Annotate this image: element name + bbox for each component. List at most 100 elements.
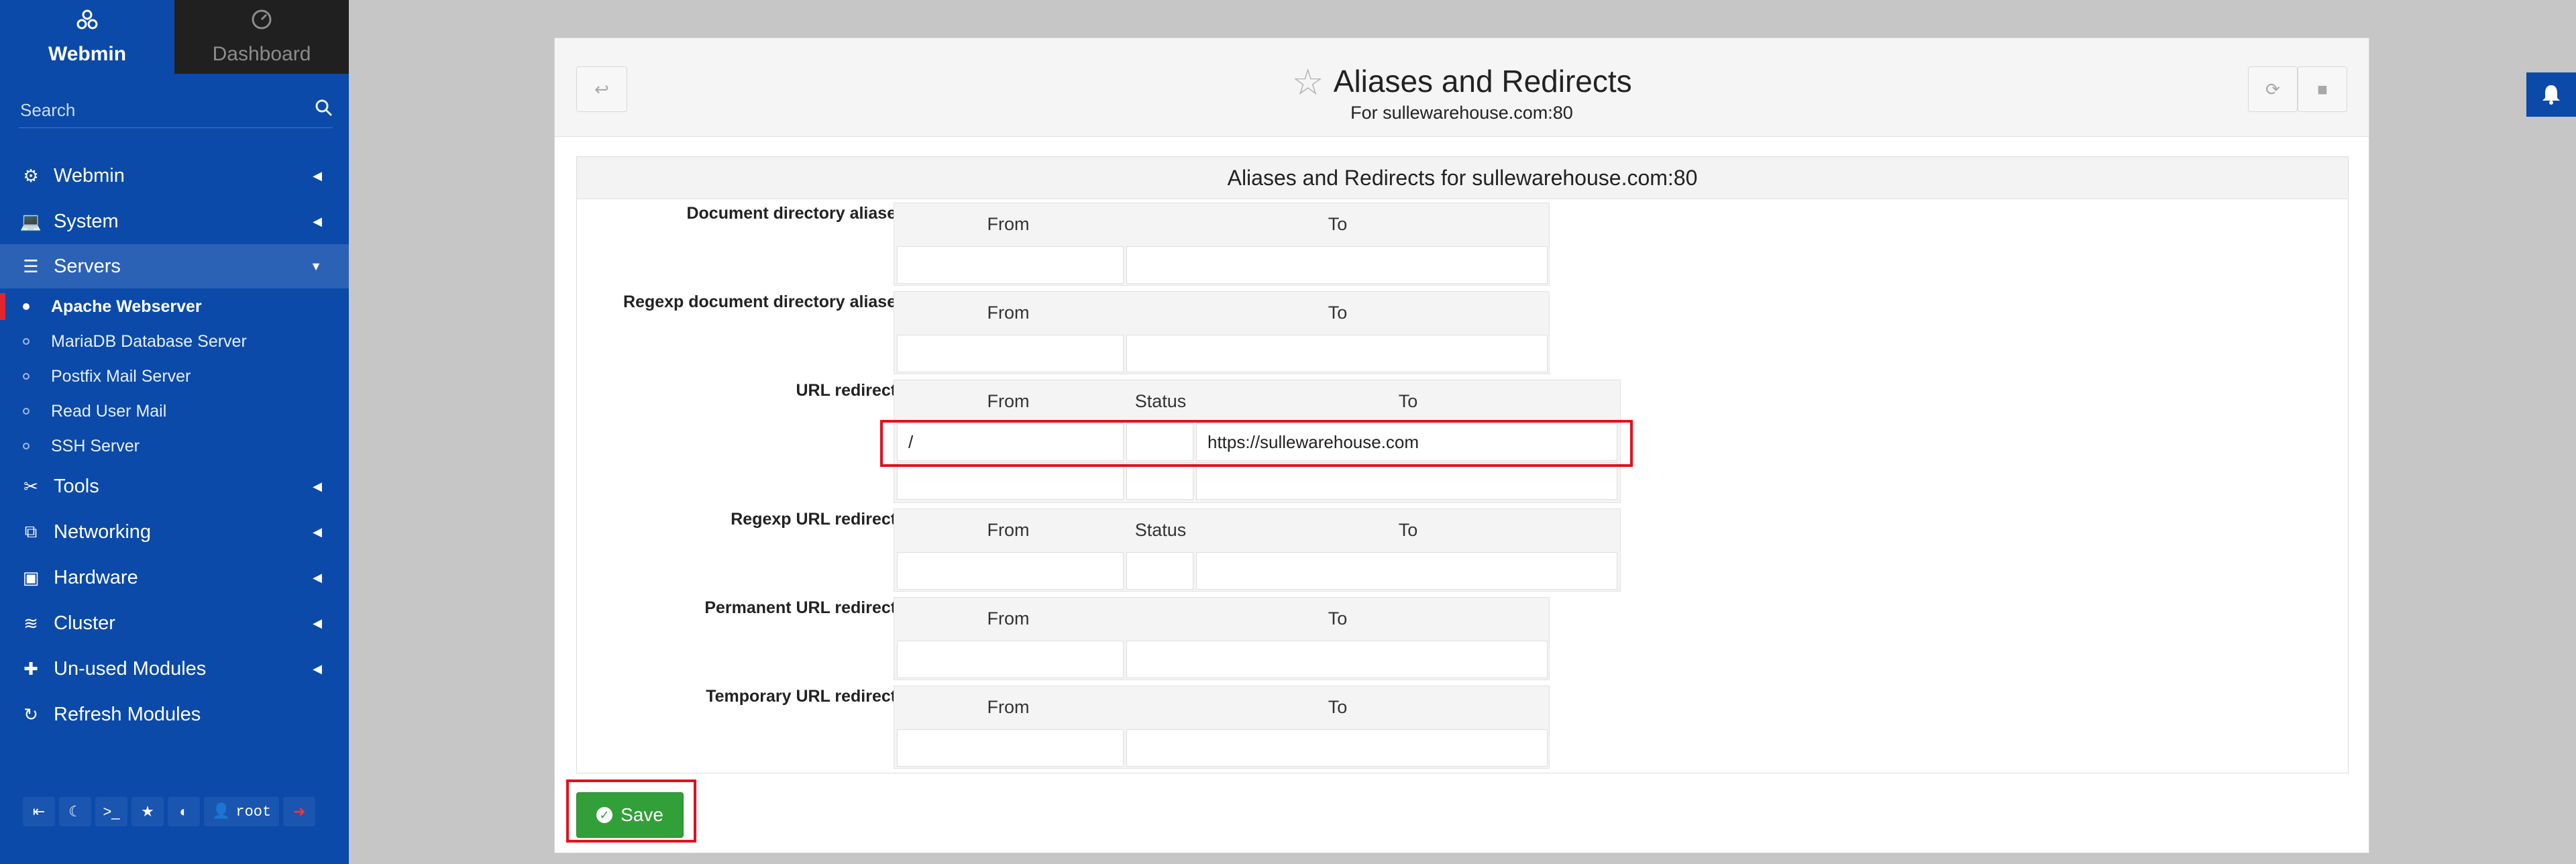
temporary-redirects-table: From To: [894, 686, 1550, 769]
sidebar-item-cluster[interactable]: ≋ Cluster ◀: [0, 601, 349, 645]
sidebar-item-label: Networking: [54, 521, 152, 543]
gear-icon: ⚙: [23, 165, 39, 186]
temporary-from-input[interactable]: [897, 729, 1124, 767]
aliases-table: From To: [894, 203, 1550, 286]
laptop-icon: 💻: [19, 211, 42, 231]
section-label: Temporary URL redirects: [706, 687, 906, 706]
temporary-to-input[interactable]: [1126, 729, 1548, 767]
sidebar-item-servers[interactable]: ☰ Servers ▼: [0, 244, 349, 288]
redirect-from-input-2[interactable]: [897, 462, 1124, 500]
stop-icon: ■: [2317, 78, 2328, 99]
section-label: Regexp URL redirects: [731, 510, 906, 529]
caret-down-icon: ▼: [310, 259, 322, 273]
section-label: URL redirects: [796, 381, 906, 400]
url-redirect-row-highlight: [880, 420, 1633, 467]
user-button[interactable]: 👤 root: [204, 797, 280, 826]
sidebar-item-label: Webmin: [54, 164, 125, 186]
redirect-status-input-2[interactable]: [1126, 462, 1193, 500]
sidebar-item-hardware[interactable]: ▣ Hardware ◀: [0, 555, 349, 600]
sidebar: Webmin Dashboard ⚙ Webmin ◀ 💻 System ◀ ☰…: [0, 0, 349, 864]
column-header-from: From: [987, 303, 1030, 323]
user-name: root: [235, 803, 272, 820]
permanent-redirects-table: From To: [894, 597, 1550, 680]
regexp-redirect-from-input[interactable]: [897, 552, 1124, 590]
regexp-aliases-table: From To: [894, 291, 1550, 374]
caret-left-icon: ◀: [313, 570, 322, 584]
server-icon: ☰: [23, 256, 39, 276]
form-title: Aliases and Redirects for sullewarehouse…: [577, 157, 2348, 199]
sidebar-search: [19, 93, 333, 128]
sidebar-item-unused-modules[interactable]: ✚ Un-used Modules ◀: [0, 647, 349, 691]
page-subtitle: For sullewarehouse.com:80: [1350, 103, 1573, 123]
regexp-alias-from-input[interactable]: [897, 335, 1124, 372]
regexp-redirect-to-input[interactable]: [1196, 552, 1617, 590]
reload-button[interactable]: ⟳: [2248, 66, 2298, 112]
redirect-to-input-2[interactable]: [1196, 462, 1617, 500]
caret-left-icon: ◀: [313, 168, 322, 182]
favorite-star-icon[interactable]: ☆: [1291, 62, 1324, 103]
panel-header: ↩ ☆ Aliases and Redirects For sullewareho…: [555, 38, 2369, 137]
section-label: Document directory aliases: [686, 204, 906, 223]
collapse-icon[interactable]: ⇤: [23, 797, 55, 826]
sidebar-subitem-ssh[interactable]: SSH Server: [0, 429, 349, 464]
column-header-to: To: [1398, 520, 1418, 540]
bullet-icon: [23, 373, 30, 380]
regexp-alias-to-input[interactable]: [1126, 335, 1548, 372]
sidebar-subitem-label: SSH Server: [51, 436, 140, 455]
page-title-row: ☆ Aliases and Redirects: [555, 61, 2369, 103]
column-header-to: To: [1328, 303, 1348, 323]
stop-button[interactable]: ■: [2298, 66, 2347, 112]
column-header-from: From: [987, 697, 1030, 717]
column-header-status: Status: [1134, 391, 1187, 411]
sidebar-subitem-read-user-mail[interactable]: Read User Mail: [0, 394, 349, 429]
column-header-from: From: [987, 520, 1030, 540]
bullet-icon: [23, 303, 30, 310]
tab-webmin[interactable]: Webmin: [0, 0, 174, 74]
tab-webmin-label: Webmin: [48, 43, 127, 65]
bullet-icon: [23, 338, 30, 345]
sidebar-subitem-label: Postfix Mail Server: [51, 366, 191, 386]
caret-left-icon: ◀: [313, 661, 322, 676]
caret-left-icon: ◀: [313, 616, 322, 630]
sidebar-subitem-label: Apache Webserver: [51, 296, 202, 316]
permanent-from-input[interactable]: [897, 641, 1124, 678]
top-nav: Webmin Dashboard: [0, 0, 349, 74]
alias-to-input[interactable]: [1126, 246, 1548, 284]
caret-left-icon: ◀: [313, 214, 322, 228]
layers-icon: ≋: [23, 612, 38, 633]
sidebar-item-label: System: [54, 210, 119, 232]
sidebar-subitem-apache[interactable]: Apache Webserver: [0, 289, 349, 324]
moon-icon[interactable]: ☾: [59, 797, 91, 826]
sidebar-item-system[interactable]: 💻 System ◀: [0, 199, 349, 244]
tab-dashboard[interactable]: Dashboard: [174, 0, 349, 74]
save-button-highlight: [566, 779, 696, 843]
user-icon: 👤: [212, 804, 231, 820]
column-header-to: To: [1328, 214, 1348, 234]
sidebar-item-webmin[interactable]: ⚙ Webmin ◀: [0, 154, 349, 198]
logout-icon[interactable]: ➜: [283, 797, 316, 826]
regexp-redirect-status-input[interactable]: [1126, 552, 1193, 590]
star-icon[interactable]: ★: [131, 797, 164, 826]
dashboard-gauge-icon: [250, 8, 273, 38]
column-header-status: Status: [1134, 520, 1187, 540]
terminal-icon[interactable]: >_: [95, 797, 127, 826]
sidebar-item-refresh-modules[interactable]: ↻ Refresh Modules: [0, 692, 349, 737]
sidebar-subitem-mariadb[interactable]: MariaDB Database Server: [0, 324, 349, 359]
section-label: Regexp document directory aliases: [623, 292, 906, 311]
network-icon: ⧉: [24, 521, 38, 541]
alias-from-input[interactable]: [897, 246, 1124, 284]
palette-icon[interactable]: ◐: [168, 797, 200, 826]
tab-dashboard-label: Dashboard: [212, 43, 311, 65]
permanent-to-input[interactable]: [1126, 641, 1548, 678]
section-label: Permanent URL redirects: [704, 598, 906, 617]
caret-left-icon: ◀: [313, 525, 322, 539]
sidebar-item-networking[interactable]: ⧉ Networking ◀: [0, 510, 349, 554]
sidebar-subitem-postfix[interactable]: Postfix Mail Server: [0, 359, 349, 394]
search-icon[interactable]: [315, 99, 333, 121]
notifications-bell-icon[interactable]: [2526, 72, 2576, 117]
tools-icon: ✂: [23, 476, 38, 496]
hdd-icon: ▣: [22, 567, 40, 588]
search-input[interactable]: [19, 99, 290, 121]
bullet-icon: [23, 443, 30, 449]
sidebar-item-tools[interactable]: ✂ Tools ◀: [0, 464, 349, 508]
